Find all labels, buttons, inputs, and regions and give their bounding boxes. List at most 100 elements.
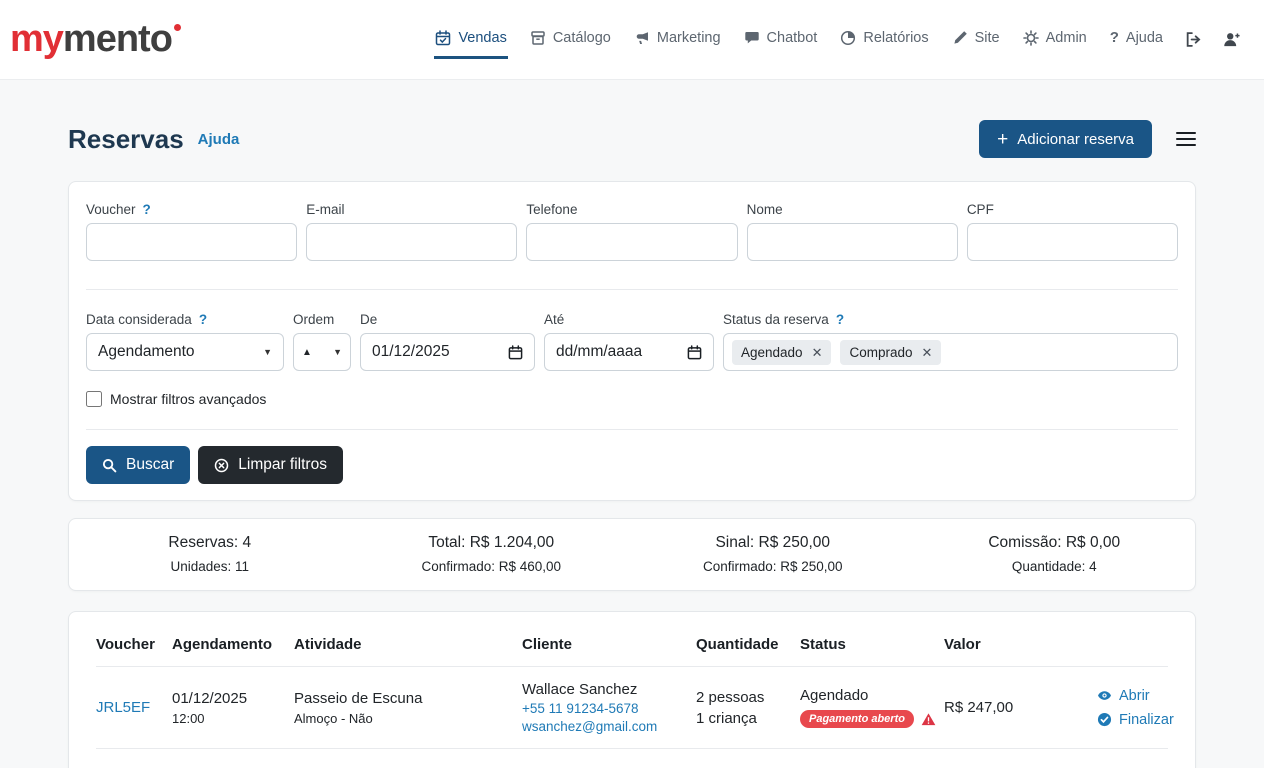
filter-field-telefone: Telefone xyxy=(526,202,738,261)
client-name: Wallace Sanchez xyxy=(522,681,638,698)
date-from-input[interactable]: 01/12/2025 xyxy=(360,333,535,371)
menu-icon[interactable] xyxy=(1176,131,1196,147)
date-considered-select[interactable]: Agendamento ▼ xyxy=(86,333,284,371)
advanced-filters-checkbox[interactable] xyxy=(86,391,102,407)
col-cliente: Cliente xyxy=(522,636,573,653)
filter-field-email: E-mail xyxy=(306,202,518,261)
search-button[interactable]: Buscar xyxy=(86,446,191,484)
phone-input[interactable] xyxy=(526,223,738,261)
chat-bubble-icon xyxy=(744,30,760,46)
help-icon[interactable]: ? xyxy=(199,312,207,327)
summary-value: Reservas: 4 xyxy=(168,534,252,551)
cell-agendamento: 01/12/2025 12:00 xyxy=(172,689,248,726)
help-icon[interactable]: ? xyxy=(143,202,151,217)
summary-subvalue: Unidades: 11 xyxy=(170,559,250,574)
nav-item-vendas[interactable]: Vendas xyxy=(434,21,508,59)
field-label: CPF xyxy=(966,202,994,217)
nav-label: Catálogo xyxy=(552,29,611,46)
date-to-input[interactable]: dd/mm/aaaa xyxy=(544,333,714,371)
pen-icon xyxy=(952,30,968,46)
checkbox-label: Mostrar filtros avançados xyxy=(110,391,267,407)
col-agendamento: Agendamento xyxy=(172,636,273,653)
warning-icon xyxy=(921,712,936,727)
filters-panel: Voucher ? E-mail Telefone Nome CPF Data … xyxy=(68,181,1196,501)
nav-item-catalogo[interactable]: Catálogo xyxy=(529,21,612,59)
nav-label: Relatórios xyxy=(863,29,929,46)
nav-item-marketing[interactable]: Marketing xyxy=(633,21,722,59)
check-circle-icon xyxy=(1097,712,1112,727)
search-icon xyxy=(102,458,117,472)
email-input[interactable] xyxy=(306,223,518,261)
nav-label: Ajuda xyxy=(1125,29,1163,46)
filter-date-from: De 01/12/2025 xyxy=(360,312,535,371)
main-nav: Vendas Catálogo Marketing Chatbot Relató… xyxy=(434,0,1240,79)
divider xyxy=(86,429,1178,430)
col-valor: Valor xyxy=(944,636,981,653)
open-button[interactable]: Abrir xyxy=(1097,688,1150,704)
brand-logo[interactable]: my mento xyxy=(10,18,181,61)
chevron-down-icon: ▼ xyxy=(263,347,272,357)
field-label: E-mail xyxy=(306,202,345,217)
cell-atividade: Passeio de Escuna Almoço - Não xyxy=(294,689,423,726)
nav-label: Chatbot xyxy=(766,29,818,46)
nav-item-relatorios[interactable]: Relatórios xyxy=(839,21,929,59)
nav-label: Vendas xyxy=(458,29,507,46)
page-title: Reservas xyxy=(68,123,184,154)
brand-suffix: mento xyxy=(62,18,173,60)
cell-actions: Abrir Finalizar xyxy=(1097,688,1174,728)
field-label: Até xyxy=(544,312,565,327)
eye-icon xyxy=(1098,691,1111,700)
client-phone-link[interactable]: +55 11 91234-5678 xyxy=(522,701,696,716)
summary-value: Comissão: R$ 0,00 xyxy=(988,534,1121,551)
clear-filters-button[interactable]: Limpar filtros xyxy=(198,446,343,484)
reservations-table: Voucher Agendamento Atividade Cliente Qu… xyxy=(68,611,1196,768)
order-select[interactable]: ▲ ▼ xyxy=(293,333,351,371)
brand-dot xyxy=(173,24,181,31)
client-email-link[interactable]: wsanchez@gmail.com xyxy=(522,719,696,734)
user-plus-icon[interactable] xyxy=(1223,27,1240,52)
filter-date-considered: Data considerada ? Agendamento ▼ xyxy=(86,312,284,371)
nav-item-ajuda[interactable]: ? Ajuda xyxy=(1109,20,1164,59)
nav-item-admin[interactable]: Admin xyxy=(1022,21,1088,59)
nav-label: Marketing xyxy=(656,29,721,46)
sort-asc-icon: ▲ xyxy=(302,346,312,358)
cpf-input[interactable] xyxy=(966,223,1179,261)
status-chip: Agendado ✕ xyxy=(732,339,832,365)
col-voucher: Voucher xyxy=(96,636,155,653)
voucher-link[interactable]: JRL5EF xyxy=(96,699,172,716)
filter-status: Status da reserva ? Agendado ✕ Comprado … xyxy=(723,312,1178,371)
summary-sinal: Sinal: R$ 250,00 Confirmado: R$ 250,00 xyxy=(632,534,914,574)
field-label: Status da reserva xyxy=(723,312,829,327)
status-badge: Pagamento aberto xyxy=(800,710,914,728)
plus-icon: + xyxy=(997,128,1009,150)
page-header: Reservas Ajuda + Adicionar reserva xyxy=(68,120,1196,158)
name-input[interactable] xyxy=(746,223,958,261)
summary-value: Total: R$ 1.204,00 xyxy=(428,534,555,551)
status-multiselect[interactable]: Agendado ✕ Comprado ✕ xyxy=(723,333,1178,371)
logout-button[interactable] xyxy=(1185,27,1202,52)
voucher-input[interactable] xyxy=(86,223,298,261)
filter-field-cpf: CPF xyxy=(966,202,1179,261)
status-chip: Comprado ✕ xyxy=(840,339,942,365)
col-quantidade: Quantidade xyxy=(696,636,779,653)
catalog-box-icon xyxy=(530,30,546,46)
filter-field-voucher: Voucher ? xyxy=(86,202,298,261)
table-header-row: Voucher Agendamento Atividade Cliente Qu… xyxy=(96,636,1168,667)
table-row: JRL5EF 01/12/2025 12:00 Passeio de Escun… xyxy=(96,667,1174,749)
advanced-filters-toggle: Mostrar filtros avançados xyxy=(86,391,1178,407)
col-status: Status xyxy=(800,636,846,653)
divider xyxy=(86,289,1178,290)
page-help-link[interactable]: Ajuda xyxy=(198,131,240,148)
finish-button[interactable]: Finalizar xyxy=(1097,712,1174,728)
field-label: Nome xyxy=(746,202,783,217)
nav-item-chatbot[interactable]: Chatbot xyxy=(743,21,819,59)
remove-chip-icon[interactable]: ✕ xyxy=(922,346,933,359)
nav-item-site[interactable]: Site xyxy=(951,21,1001,59)
top-nav: my mento Vendas Catálogo Marketing Chatb… xyxy=(0,0,1264,80)
nav-label: Site xyxy=(974,29,1000,46)
remove-chip-icon[interactable]: ✕ xyxy=(812,346,823,359)
help-icon[interactable]: ? xyxy=(836,312,844,327)
cell-quantidade: 2 pessoas 1 criança xyxy=(696,688,765,727)
add-reservation-button[interactable]: + Adicionar reserva xyxy=(979,120,1152,158)
cell-cliente: Wallace Sanchez +55 11 91234-5678 wsanch… xyxy=(522,681,696,734)
